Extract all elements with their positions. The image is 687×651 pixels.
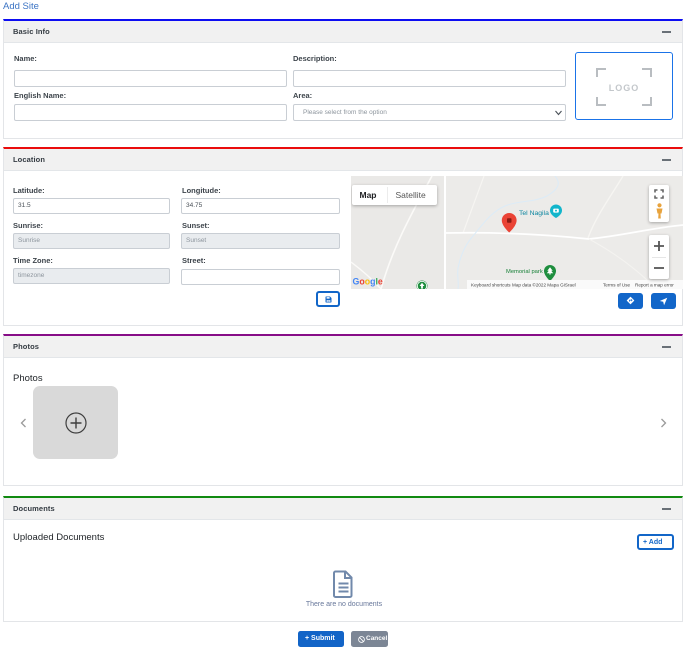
svg-text:Google: Google: [353, 277, 383, 287]
svg-text:Tel Nagila: Tel Nagila: [519, 210, 549, 217]
svg-text:Memorial park: Memorial park: [506, 269, 543, 275]
svg-text:Terms of Use: Terms of Use: [603, 282, 631, 287]
svg-text:LOGO: LOGO: [609, 83, 640, 93]
svg-text:Keyboard shortcuts: Keyboard shortcuts: [471, 282, 511, 287]
svg-text:Report a map error: Report a map error: [635, 282, 674, 287]
svg-text:Map data ©2022 Mapa GISrael: Map data ©2022 Mapa GISrael: [512, 281, 576, 287]
